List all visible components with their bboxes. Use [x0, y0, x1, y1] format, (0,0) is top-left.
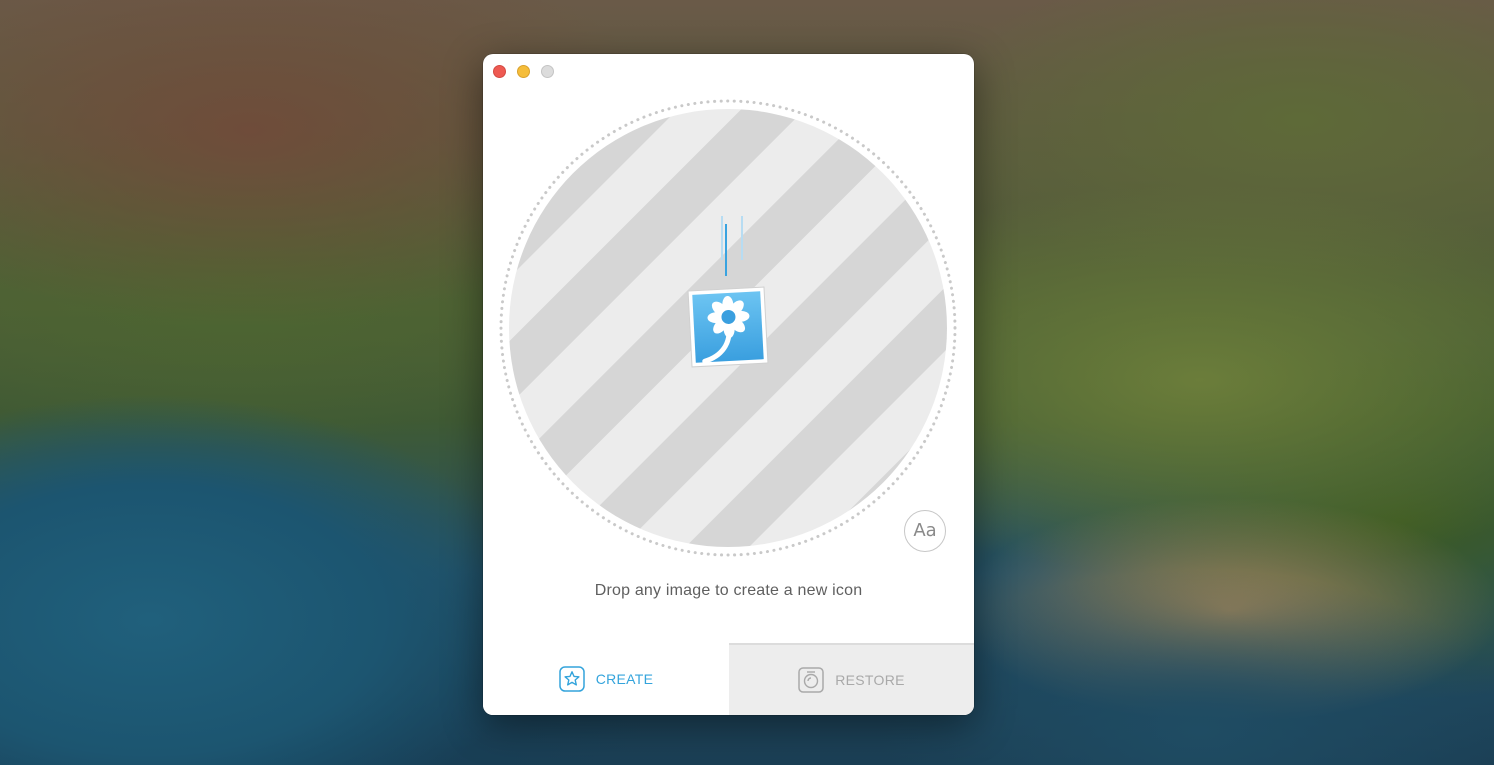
- drop-zone-graphic: [499, 99, 957, 557]
- close-button[interactable]: [493, 65, 506, 78]
- tab-create-label: CREATE: [595, 671, 654, 687]
- tab-restore[interactable]: RESTORE: [729, 643, 974, 715]
- desktop-wallpaper: Aa Drop any image to create a new icon C…: [0, 0, 1494, 765]
- tab-create[interactable]: CREATE: [483, 643, 729, 715]
- tab-restore-label: RESTORE: [835, 672, 905, 688]
- text-style-button[interactable]: Aa: [904, 510, 946, 552]
- mode-tab-bar: CREATE RESTORE: [483, 643, 974, 715]
- star-icon: [558, 666, 585, 692]
- app-window: Aa Drop any image to create a new icon C…: [483, 54, 974, 715]
- drop-hint-text: Drop any image to create a new icon: [594, 582, 863, 599]
- image-drop-zone[interactable]: [498, 98, 958, 558]
- restore-icon: [798, 667, 824, 693]
- zoom-button[interactable]: [541, 65, 554, 78]
- flower-image-icon: [687, 286, 769, 368]
- minimize-button[interactable]: [517, 65, 530, 78]
